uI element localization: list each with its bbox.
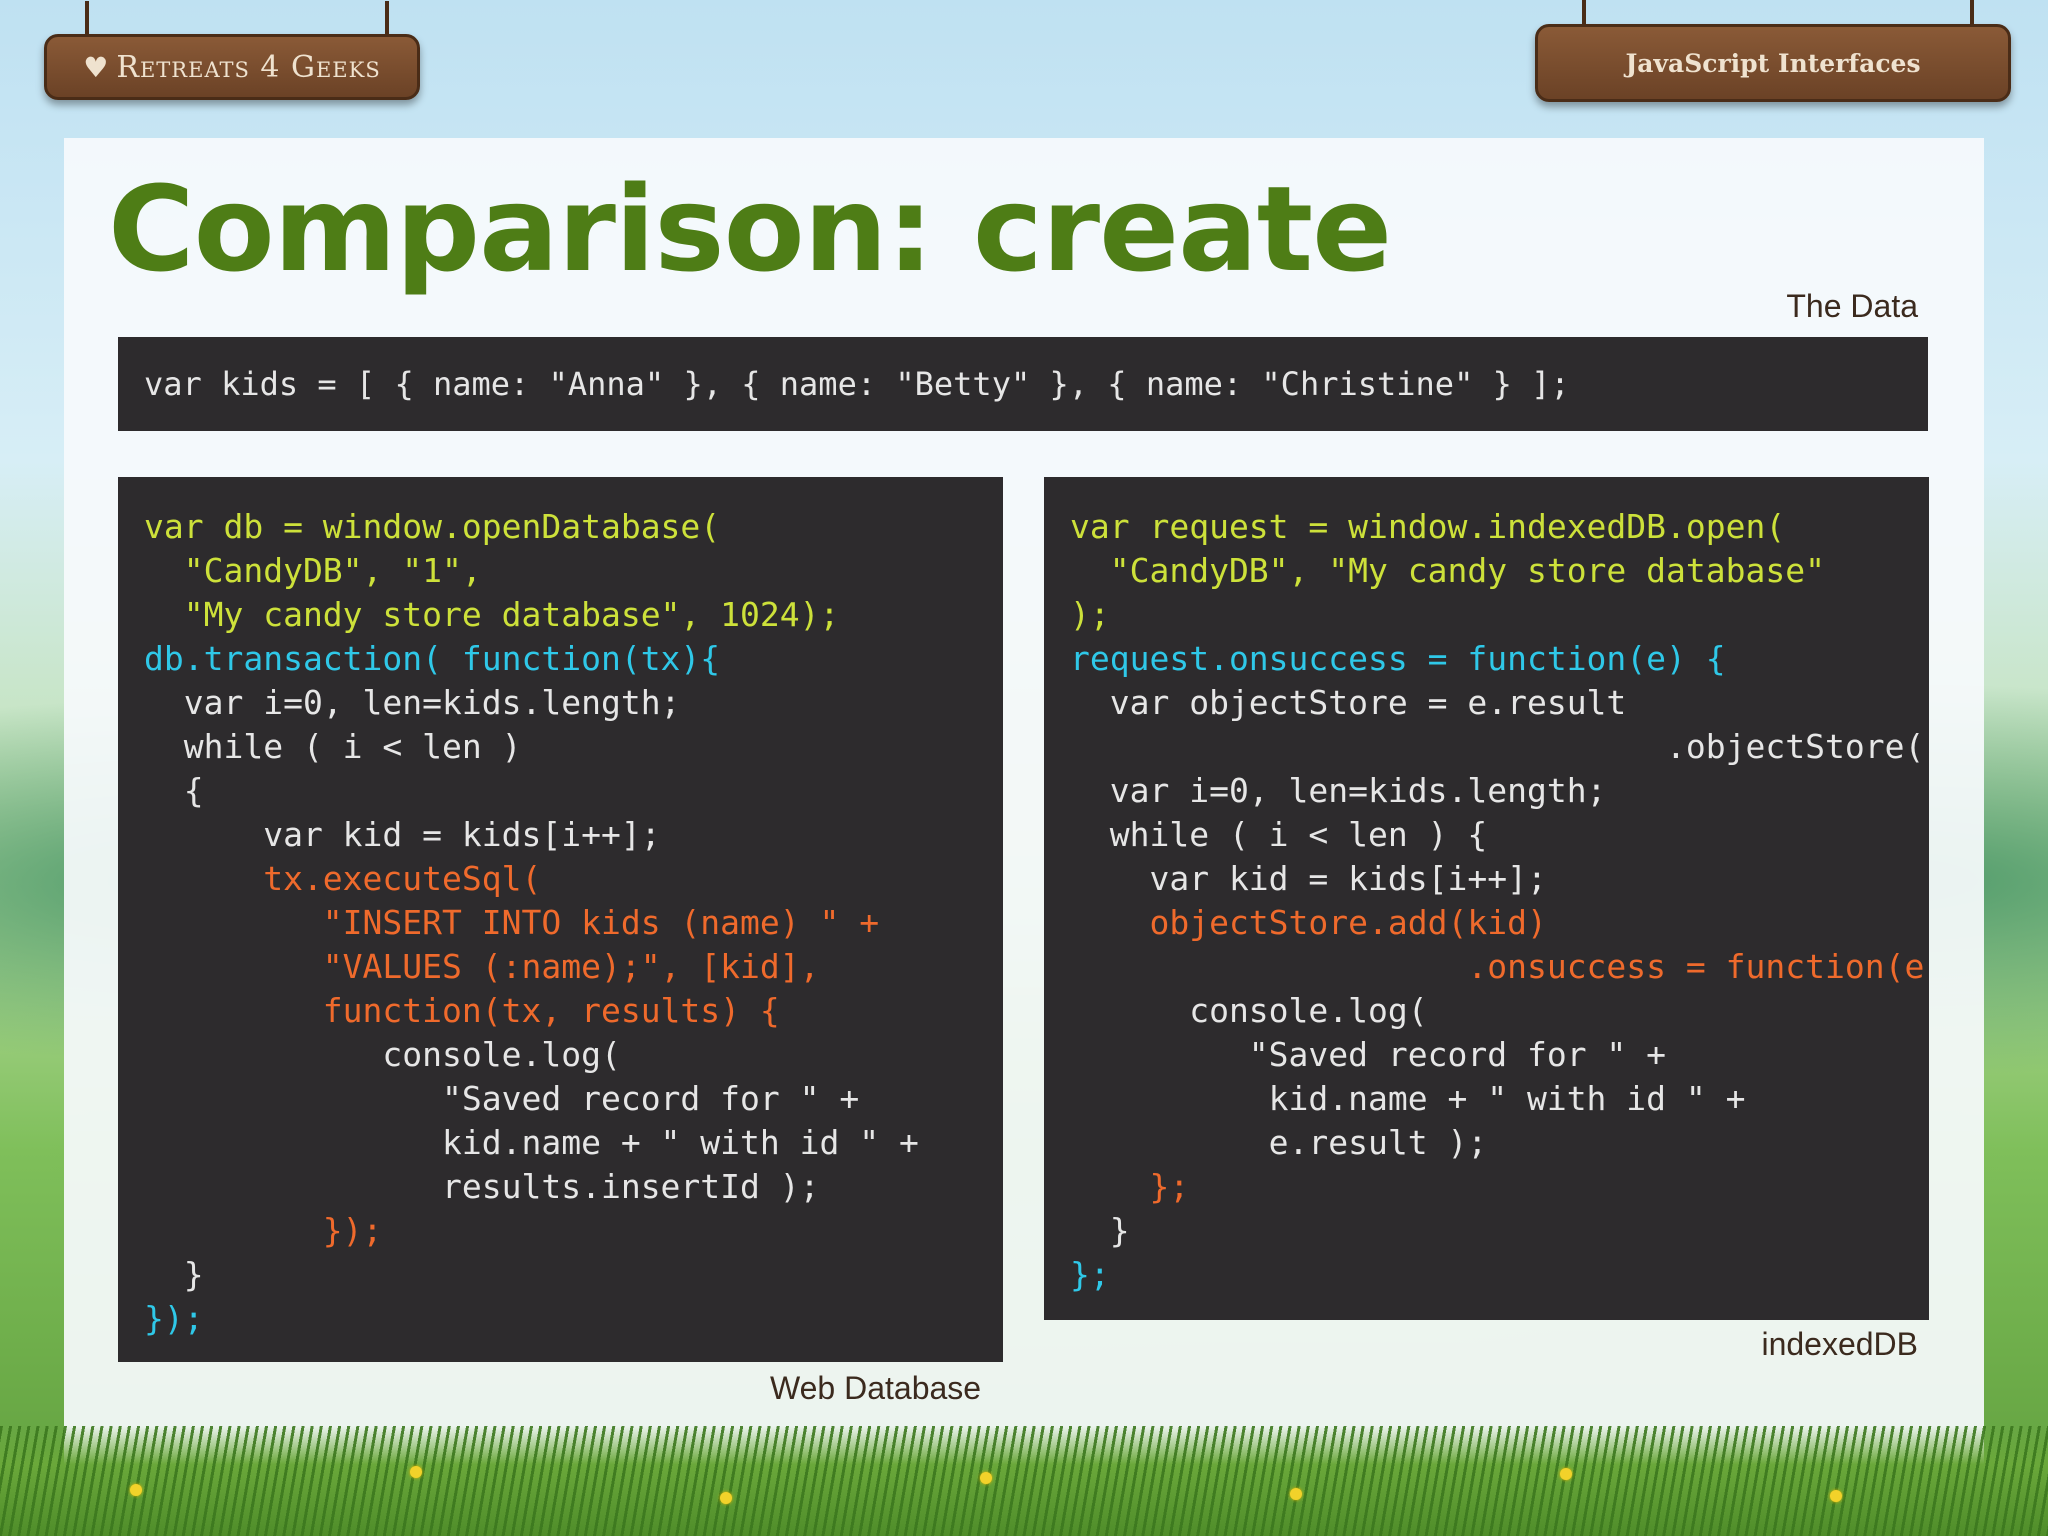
caption-indexeddb: indexedDB — [1761, 1326, 1918, 1362]
flower-decoration — [980, 1472, 992, 1484]
code-line: "Saved record for " + — [144, 1079, 860, 1118]
code-line: }; — [1070, 1255, 1110, 1294]
code-line: }); — [144, 1299, 204, 1338]
code-line: .onsuccess = function(e) { — [1070, 947, 1929, 986]
code-line: var objectStore = e.result — [1070, 683, 1627, 722]
caption-the-data: The Data — [1786, 288, 1918, 324]
flower-decoration — [1560, 1468, 1572, 1480]
flower-decoration — [410, 1466, 422, 1478]
code-line: db.transaction( function(tx){ — [144, 639, 721, 678]
code-line: } — [144, 1255, 204, 1294]
code-line: .objectStore("kids"), — [1666, 727, 1929, 766]
code-line: "INSERT INTO kids (name) " + — [144, 903, 880, 942]
code-line: console.log( — [144, 1035, 621, 1074]
code-line: ); — [1070, 595, 1110, 634]
code-line: "CandyDB", "My candy store database" — [1070, 551, 1825, 590]
code-line: }); — [144, 1211, 383, 1250]
flower-decoration — [1830, 1490, 1842, 1502]
code-line: var kid = kids[i++]; — [1070, 859, 1547, 898]
sign-rope — [385, 1, 389, 37]
grass-decoration — [0, 1426, 2048, 1536]
code-line: var i=0, len=kids.length; — [1070, 771, 1607, 810]
code-line: console.log( — [1070, 991, 1428, 1030]
code-line: "VALUES (:name);", [kid], — [144, 947, 820, 986]
topic-sign: JavaScript Interfaces — [1535, 0, 2011, 102]
code-line: e.result ); — [1070, 1123, 1488, 1162]
code-line: kid.name + " with id " + — [144, 1123, 919, 1162]
code-line: while ( i < len ) { — [1070, 815, 1488, 854]
code-line: results.insertId ); — [144, 1167, 820, 1206]
code-line: while ( i < len ) — [144, 727, 522, 766]
code-line: } — [1070, 1211, 1130, 1250]
slide-title: Comparison: create — [108, 160, 1392, 298]
sign-rope — [1970, 0, 1974, 27]
topic-label: JavaScript Interfaces — [1625, 48, 1921, 78]
code-line: tx.executeSql( — [144, 859, 542, 898]
code-line: var kids = [ { name: "Anna" }, { name: "… — [144, 365, 1570, 403]
flower-decoration — [1290, 1488, 1302, 1500]
code-line: var db = window.openDatabase( — [144, 507, 721, 546]
code-line: objectStore.add(kid) — [1070, 903, 1547, 942]
code-line: var kid = kids[i++]; — [144, 815, 661, 854]
code-block-data: var kids = [ { name: "Anna" }, { name: "… — [118, 337, 1928, 431]
code-line: var request = window.indexedDB.open( — [1070, 507, 1786, 546]
sign-rope — [85, 1, 89, 37]
sign-rope — [1582, 0, 1586, 27]
code-line: "Saved record for " + — [1070, 1035, 1667, 1074]
code-line: { — [144, 771, 204, 810]
code-line: "My candy store database", 1024); — [144, 595, 840, 634]
code-line: request.onsuccess = function(e) { — [1070, 639, 1726, 678]
flower-decoration — [720, 1492, 732, 1504]
code-line: var i=0, len=kids.length; — [144, 683, 681, 722]
flower-decoration — [130, 1484, 142, 1496]
heart-icon: ♥ — [83, 50, 109, 84]
code-line: function(tx, results) { — [144, 991, 780, 1030]
code-line: kid.name + " with id " + — [1070, 1079, 1746, 1118]
logo-sign: ♥ Retreats 4 Geeks — [44, 1, 420, 100]
caption-web-database: Web Database — [770, 1370, 982, 1406]
logo-text: Retreats 4 Geeks — [116, 49, 381, 85]
code-block-web-database: var db = window.openDatabase( "CandyDB",… — [118, 477, 1003, 1362]
code-line: }; — [1070, 1167, 1190, 1206]
code-block-indexeddb: var request = window.indexedDB.open( "Ca… — [1044, 477, 1929, 1320]
code-line: "CandyDB", "1", — [144, 551, 482, 590]
